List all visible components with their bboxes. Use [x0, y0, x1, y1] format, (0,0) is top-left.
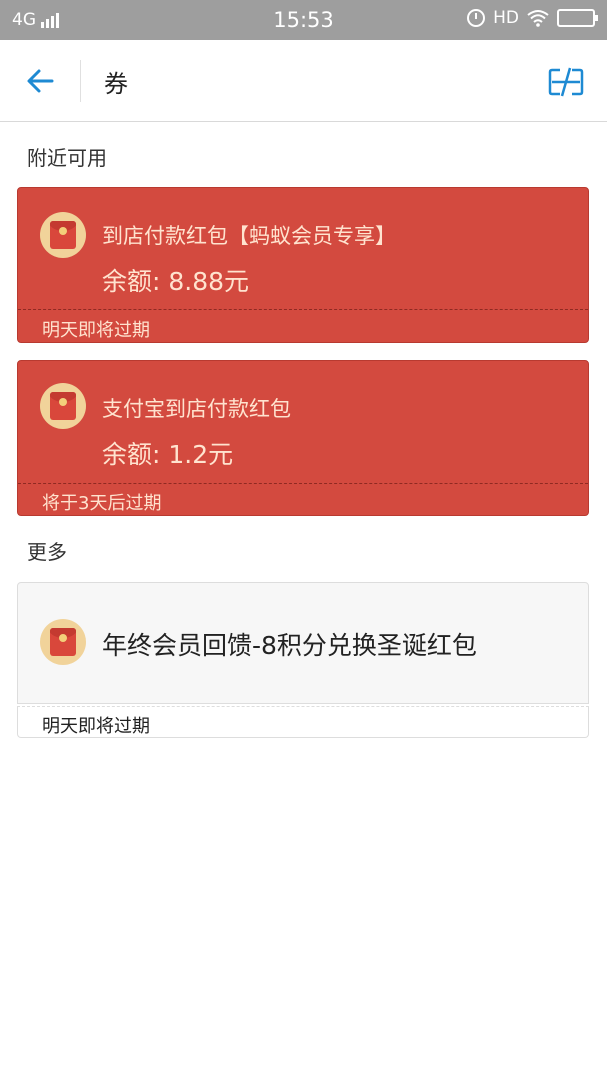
coupon-card[interactable]: 到店付款红包【蚂蚁会员专享】 余额: 8.88元 明天即将过期	[17, 187, 589, 343]
wifi-icon	[527, 10, 549, 27]
coupon-expiry: 将于3天后过期	[42, 493, 162, 514]
edit-icon[interactable]	[546, 64, 586, 100]
status-bar: 4G 15:53 HD	[0, 0, 607, 40]
nav-divider	[80, 60, 81, 102]
coupon-amount: 余额: 1.2元	[102, 440, 234, 469]
back-arrow-icon[interactable]	[22, 62, 62, 102]
section-more-label: 更多	[27, 540, 67, 564]
coupon-amount: 余额: 8.88元	[102, 267, 250, 296]
coupon-title: 支付宝到店付款红包	[102, 397, 291, 421]
coupon-card[interactable]: 年终会员回馈-8积分兑换圣诞红包	[17, 582, 589, 704]
coupon-expiry-strip: 明天即将过期	[17, 706, 589, 738]
coupon-card[interactable]: 支付宝到店付款红包 余额: 1.2元 将于3天后过期	[17, 360, 589, 516]
red-envelope-icon	[40, 383, 86, 429]
page-title: 券	[104, 70, 128, 98]
coupon-title: 年终会员回馈-8积分兑换圣诞红包	[102, 631, 477, 660]
section-nearby-label: 附近可用	[27, 146, 107, 170]
red-envelope-icon	[40, 619, 86, 665]
coupon-title: 到店付款红包【蚂蚁会员专享】	[102, 224, 396, 248]
battery-icon	[557, 9, 598, 27]
status-icons: HD	[467, 8, 598, 28]
coupon-divider	[18, 483, 588, 484]
red-envelope-icon	[40, 212, 86, 258]
coupon-expiry: 明天即将过期	[42, 320, 150, 341]
alarm-icon	[467, 9, 486, 27]
hd-label: HD	[493, 8, 519, 28]
coupon-expiry: 明天即将过期	[42, 716, 150, 737]
nav-bar: 券	[0, 40, 607, 122]
coupon-divider	[18, 309, 588, 310]
